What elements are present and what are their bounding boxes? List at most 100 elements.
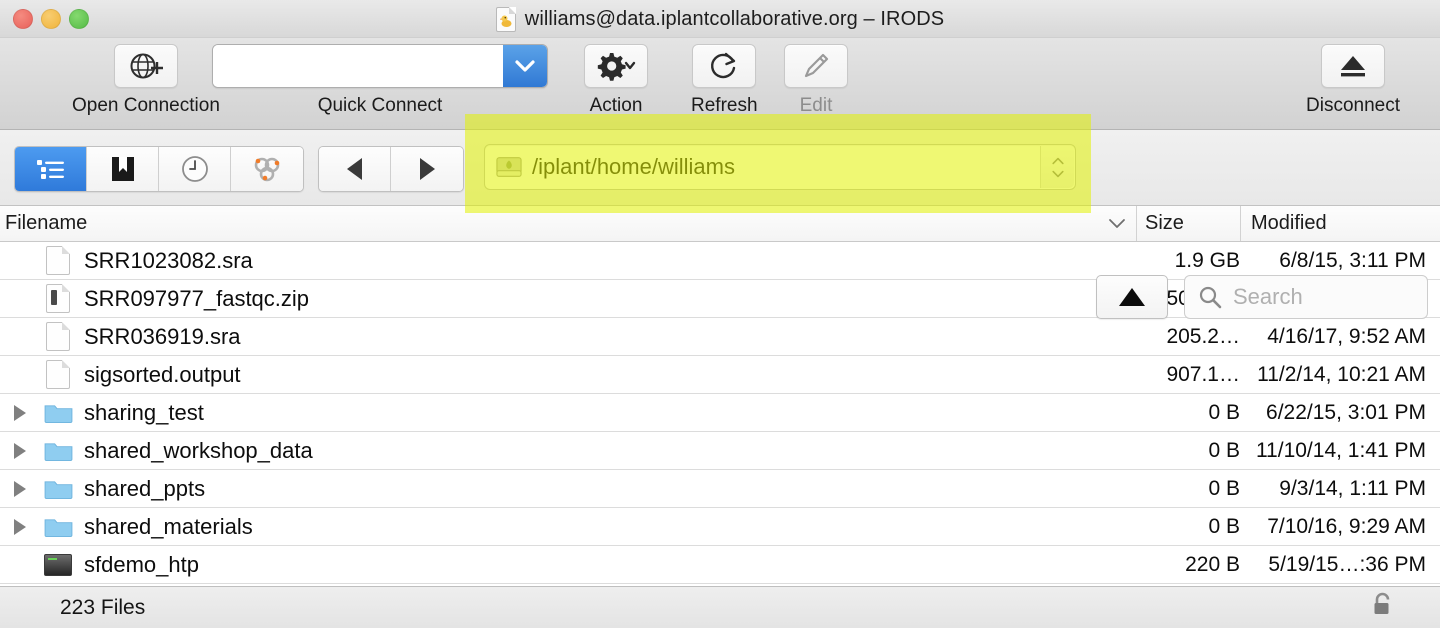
triangle-right-icon — [14, 480, 26, 497]
toolbar-item-edit[interactable]: Edit — [784, 44, 848, 117]
table-row[interactable]: shared_materials 0 B 7/10/16, 9:29 AM — [0, 508, 1440, 546]
list-outline-icon — [36, 160, 64, 179]
column-header-modified[interactable]: Modified — [1240, 206, 1440, 241]
column-header-modified-label: Modified — [1251, 212, 1327, 234]
chevron-down-icon — [515, 60, 535, 72]
row-icon-cell — [40, 246, 76, 275]
sidebar-item-bonjour[interactable] — [231, 147, 303, 191]
history-navigation-buttons[interactable] — [318, 146, 464, 192]
action-label: Action — [589, 95, 643, 116]
arrow-up-icon — [1119, 288, 1145, 306]
column-header-size-label: Size — [1145, 212, 1184, 234]
file-name-cell: sharing_test — [84, 399, 204, 425]
file-size-cell: 0 B — [1208, 476, 1240, 500]
file-size-cell: 907.1… — [1166, 362, 1240, 386]
column-header-row: Filename Size Modified — [0, 206, 1440, 242]
zip-file-icon — [46, 284, 70, 313]
toolbar-item-action[interactable]: Action — [584, 44, 648, 117]
document-icon — [46, 360, 70, 389]
triangle-right-icon — [14, 404, 26, 421]
file-size-cell: 0 B — [1208, 438, 1240, 462]
table-row[interactable]: sharing_test 0 B 6/22/15, 3:01 PM — [0, 394, 1440, 432]
view-segmented-control[interactable] — [14, 146, 304, 192]
disclosure-triangle[interactable] — [0, 442, 40, 459]
sidebar-item-history[interactable] — [159, 147, 231, 191]
path-field[interactable]: /iplant/home/williams — [484, 144, 1076, 190]
document-icon — [46, 322, 70, 351]
chevron-down-icon — [1109, 219, 1125, 228]
sidebar-item-bookmarks[interactable] — [87, 147, 159, 191]
file-name-cell: SRR097977_fastqc.zip — [84, 285, 310, 311]
toolbar-item-open-connection[interactable]: Open Connection — [72, 44, 220, 117]
toolbar: Open Connection Quick Connect Action Ref… — [0, 38, 1440, 130]
file-modified-cell: 7/10/16, 9:29 AM — [1267, 514, 1426, 538]
toolbar-item-quick-connect[interactable]: Quick Connect — [212, 44, 548, 117]
quick-connect-input[interactable] — [213, 45, 503, 87]
disclosure-triangle[interactable] — [0, 404, 40, 421]
table-row[interactable]: shared_ppts 0 B 9/3/14, 1:11 PM — [0, 470, 1440, 508]
refresh-button[interactable] — [692, 44, 757, 88]
back-button[interactable] — [319, 147, 391, 191]
terminal-icon — [44, 553, 72, 576]
table-row[interactable]: SRR036919.sra 205.2… 4/16/17, 9:52 AM — [0, 318, 1440, 356]
folder-icon — [44, 405, 72, 424]
file-modified-cell: 4/16/17, 9:52 AM — [1267, 324, 1426, 348]
pencil-icon — [804, 53, 829, 78]
clock-icon — [181, 156, 208, 182]
title-bar: williams@data.iplantcollaborative.org – … — [0, 0, 1440, 38]
file-count-label: 223 Files — [60, 595, 146, 619]
file-name-cell: shared_workshop_data — [84, 437, 313, 463]
cyberduck-window: williams@data.iplantcollaborative.org – … — [0, 0, 1440, 628]
column-header-filename[interactable]: Filename — [0, 212, 1136, 235]
disconnect-label: Disconnect — [1306, 95, 1400, 116]
quick-connect-dropdown-button[interactable] — [503, 45, 547, 87]
triangle-right-icon — [14, 442, 26, 459]
file-name-cell: shared_materials — [84, 513, 253, 539]
window-title-group: williams@data.iplantcollaborative.org – … — [0, 0, 1440, 38]
folder-icon — [44, 481, 72, 500]
file-size-cell: 1.9 GB — [1174, 248, 1240, 272]
edit-button[interactable] — [784, 44, 848, 88]
row-icon-cell — [40, 284, 76, 313]
file-modified-cell: 11/2/14, 10:21 AM — [1257, 362, 1426, 386]
file-modified-cell: 5/19/15…:36 PM — [1268, 552, 1426, 576]
row-icon-cell — [40, 360, 76, 389]
file-size-cell: 0 B — [1208, 514, 1240, 538]
eject-icon — [1341, 56, 1365, 77]
disclosure-triangle[interactable] — [0, 480, 40, 497]
file-name-cell: shared_ppts — [84, 475, 206, 501]
connection-security-indicator[interactable] — [1368, 590, 1398, 625]
arrow-right-icon — [419, 158, 435, 180]
toolbar-item-refresh[interactable]: Refresh — [691, 44, 758, 117]
toolbar-item-disconnect[interactable]: Disconnect — [1306, 44, 1400, 117]
search-field[interactable]: Search — [1184, 275, 1428, 319]
table-row[interactable]: shared_workshop_data 0 B 11/10/14, 1:41 PM — [0, 432, 1440, 470]
search-icon — [1199, 286, 1222, 309]
column-header-size[interactable]: Size — [1136, 206, 1240, 241]
arrow-left-icon — [347, 158, 362, 180]
file-size-cell: 205.2… — [1166, 324, 1240, 348]
file-size-cell: 0 B — [1208, 400, 1240, 424]
disconnect-button[interactable] — [1321, 44, 1385, 88]
triangle-right-icon — [14, 518, 26, 535]
padlock-icon — [1374, 592, 1390, 614]
server-drive-icon — [496, 157, 522, 177]
parent-directory-button[interactable] — [1096, 275, 1168, 319]
folder-icon — [44, 443, 72, 462]
refresh-label: Refresh — [691, 95, 758, 116]
column-header-filename-label: Filename — [5, 212, 88, 234]
sidebar-item-browser[interactable] — [15, 147, 87, 191]
zipper-glyph — [51, 290, 57, 305]
stepper-up-icon[interactable] — [1051, 157, 1065, 165]
disclosure-triangle[interactable] — [0, 518, 40, 535]
forward-button[interactable] — [391, 147, 463, 191]
row-icon-cell — [40, 322, 76, 351]
open-connection-button[interactable] — [113, 44, 178, 88]
action-button[interactable] — [584, 44, 648, 88]
table-row[interactable]: sigsorted.output 907.1… 11/2/14, 10:21 AM — [0, 356, 1440, 394]
path-stepper[interactable] — [1040, 146, 1074, 188]
quick-connect-combo[interactable] — [212, 44, 548, 88]
table-row[interactable]: sfdemo_htp 220 B 5/19/15…:36 PM — [0, 546, 1440, 584]
stepper-down-icon[interactable] — [1051, 170, 1065, 178]
row-icon-cell — [40, 553, 76, 576]
